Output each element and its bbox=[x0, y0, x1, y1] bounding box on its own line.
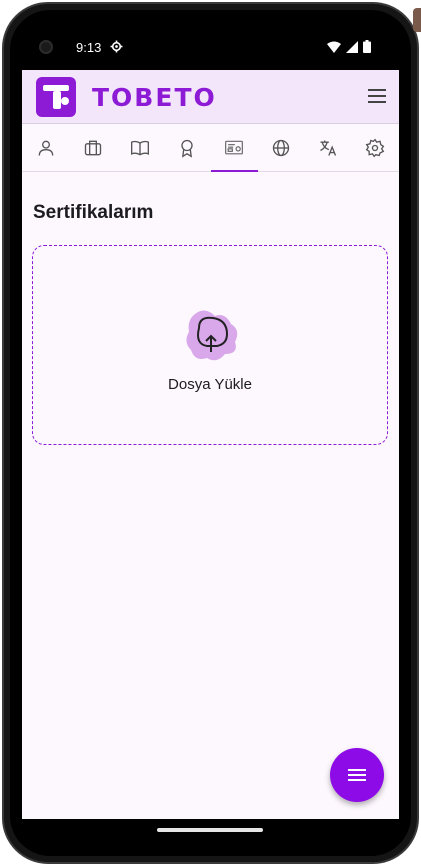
wifi-icon bbox=[327, 41, 341, 53]
upload-dropzone[interactable]: Dosya Yükle bbox=[32, 245, 388, 445]
status-time: 9:13 bbox=[76, 40, 102, 55]
tab-personal[interactable] bbox=[22, 124, 69, 171]
page-title: Sertifikalarım bbox=[33, 202, 154, 223]
globe-icon bbox=[273, 139, 290, 156]
cloud-upload-icon bbox=[186, 310, 238, 361]
logo-mark bbox=[36, 77, 76, 117]
tab-certificates[interactable] bbox=[210, 124, 258, 172]
tab-communities[interactable] bbox=[258, 124, 305, 171]
menu-fab-button[interactable] bbox=[330, 748, 384, 802]
person-icon bbox=[38, 140, 53, 156]
battery-icon bbox=[363, 40, 371, 53]
hamburger-icon bbox=[348, 769, 366, 781]
tab-settings[interactable] bbox=[352, 124, 399, 171]
logo-text: TOBETO bbox=[92, 82, 217, 112]
front-camera bbox=[39, 40, 53, 54]
profile-tabs bbox=[22, 124, 399, 172]
status-bar: 9:13 bbox=[22, 32, 399, 70]
tobeto-logo[interactable]: TOBETO bbox=[36, 76, 217, 118]
edge-artifact bbox=[413, 8, 421, 32]
tab-education[interactable] bbox=[116, 124, 163, 171]
settings-status-icon bbox=[110, 40, 123, 53]
app-bar: TOBETO bbox=[22, 70, 399, 124]
settings-icon bbox=[366, 138, 385, 157]
tab-languages[interactable] bbox=[305, 124, 352, 171]
translate-icon bbox=[320, 140, 337, 156]
home-indicator[interactable] bbox=[157, 828, 263, 832]
certificate-icon bbox=[225, 140, 243, 154]
hamburger-menu-icon[interactable] bbox=[367, 86, 387, 106]
status-icons bbox=[327, 40, 371, 53]
tab-experience[interactable] bbox=[69, 124, 116, 171]
tab-skills[interactable] bbox=[163, 124, 210, 171]
app-screen: 9:13 TOBETO Sertifikalarım Dosya Yükle bbox=[22, 32, 399, 819]
briefcase-icon bbox=[84, 140, 101, 155]
book-icon bbox=[130, 140, 149, 155]
signal-icon bbox=[346, 40, 358, 53]
award-icon bbox=[181, 139, 193, 158]
upload-label: Dosya Yükle bbox=[168, 376, 252, 393]
